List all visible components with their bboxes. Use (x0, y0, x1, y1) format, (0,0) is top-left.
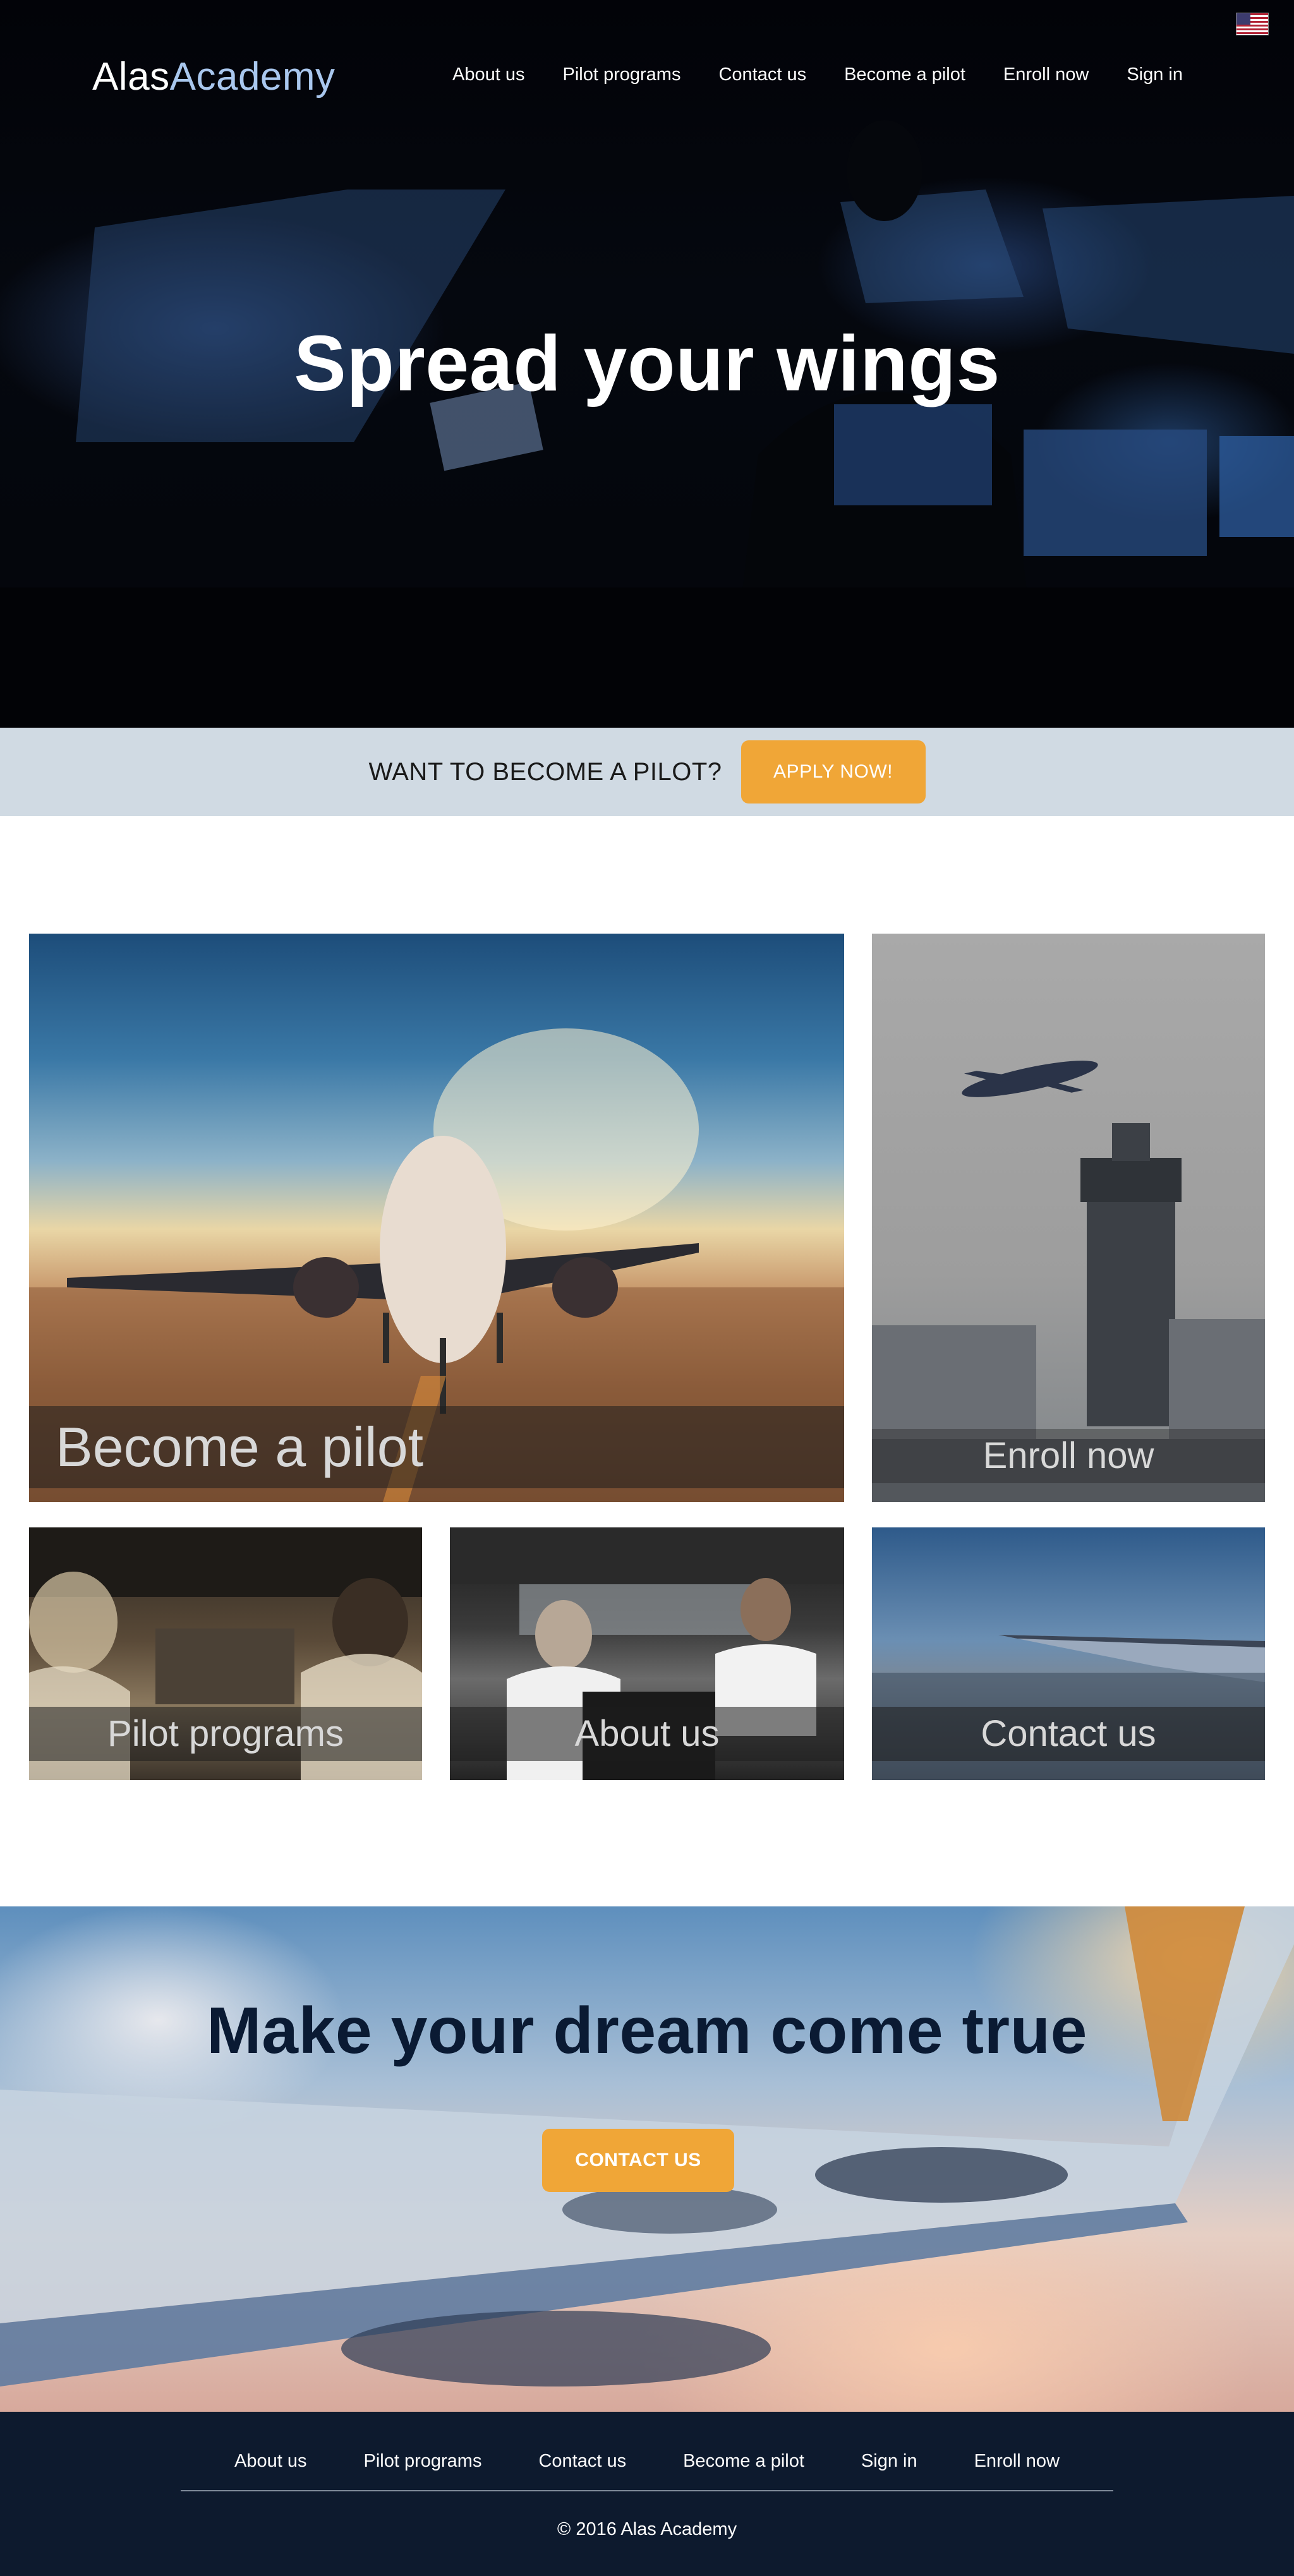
nav-about-us[interactable]: About us (452, 64, 524, 85)
control-tower-image (872, 1061, 1265, 1502)
logo-text-alas: Alas (92, 55, 170, 99)
tile-about-us[interactable]: About us (450, 1527, 844, 1780)
footer-link-become-a-pilot[interactable]: Become a pilot (683, 2451, 804, 2472)
tile-caption-enroll-now: Enroll now (872, 1429, 1265, 1483)
tile-become-a-pilot[interactable]: Become a pilot (29, 934, 844, 1502)
footer-link-pilot-programs[interactable]: Pilot programs (363, 2451, 481, 2472)
nav-become-a-pilot[interactable]: Become a pilot (844, 64, 965, 85)
top-navigation: About us Pilot programs Contact us Becom… (452, 64, 1183, 85)
footer-link-enroll-now[interactable]: Enroll now (974, 2451, 1060, 2472)
site-footer: About us Pilot programs Contact us Becom… (0, 2412, 1294, 2576)
us-flag-icon[interactable] (1236, 13, 1269, 35)
tile-caption-contact-us: Contact us (872, 1707, 1265, 1761)
nav-contact-us[interactable]: Contact us (718, 64, 806, 85)
nav-pilot-programs[interactable]: Pilot programs (562, 64, 680, 85)
apply-now-button[interactable]: APPLY NOW! (741, 740, 926, 803)
footer-link-contact-us[interactable]: Contact us (538, 2451, 626, 2472)
footer-link-sign-in[interactable]: Sign in (861, 2451, 917, 2472)
footer-navigation: About us Pilot programs Contact us Becom… (0, 2451, 1294, 2472)
site-logo[interactable]: AlasAcademy (92, 54, 336, 99)
copyright-text: © 2016 Alas Academy (557, 2519, 737, 2539)
dream-title: Make your dream come true (207, 1994, 1087, 2067)
tile-contact-us[interactable]: Contact us (872, 1527, 1265, 1780)
tile-enroll-now[interactable]: Enroll now (872, 934, 1265, 1502)
tile-pilot-programs[interactable]: Pilot programs (29, 1527, 422, 1780)
tile-caption-about-us: About us (450, 1707, 844, 1761)
logo-text-academy: Academy (169, 55, 336, 99)
nav-enroll-now[interactable]: Enroll now (1003, 64, 1089, 85)
apply-cta-strip: WANT TO BECOME A PILOT? APPLY NOW! (0, 728, 1294, 816)
dream-section: Make your dream come true CONTACT US (0, 1906, 1294, 2412)
footer-link-about-us[interactable]: About us (234, 2451, 306, 2472)
cta-text: WANT TO BECOME A PILOT? (368, 757, 722, 786)
footer-divider (181, 2490, 1113, 2491)
hero-section: AlasAcademy About us Pilot programs Cont… (0, 0, 1294, 728)
nav-sign-in[interactable]: Sign in (1127, 64, 1183, 85)
hero-title: Spread your wings (294, 320, 1000, 407)
tile-caption-become-a-pilot: Become a pilot (29, 1406, 844, 1488)
contact-us-button[interactable]: CONTACT US (542, 2129, 734, 2192)
tile-caption-pilot-programs: Pilot programs (29, 1707, 422, 1761)
